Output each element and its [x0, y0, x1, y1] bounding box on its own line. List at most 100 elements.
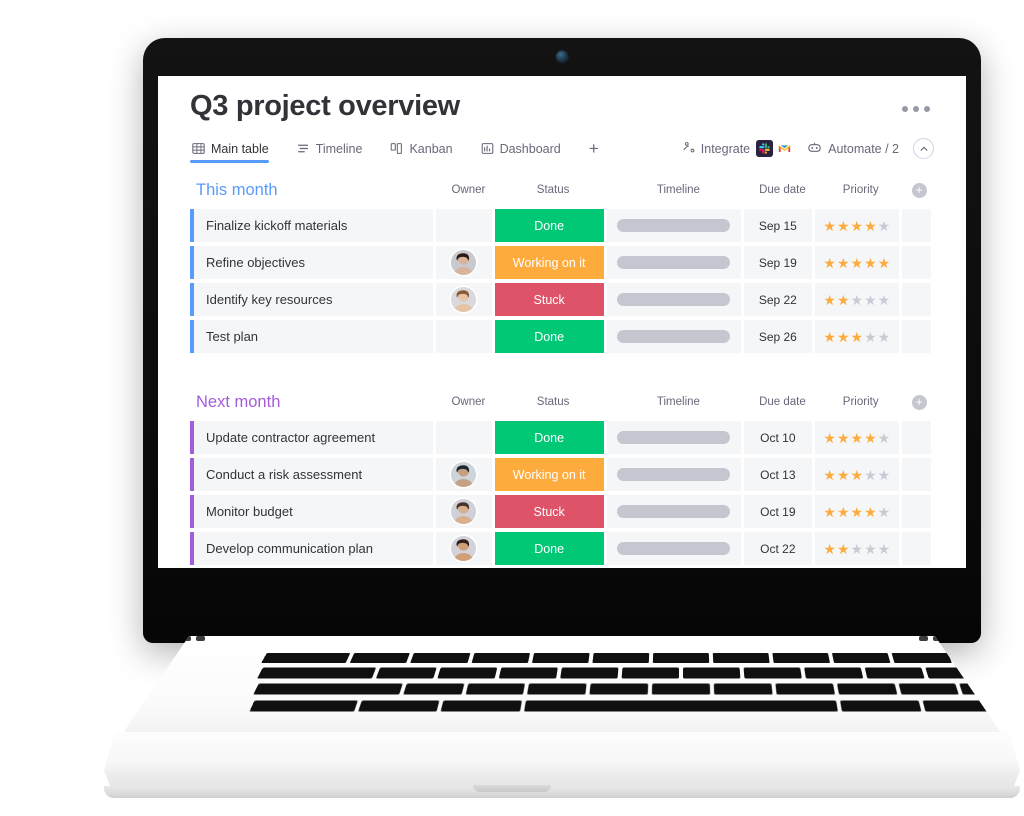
row-extra-cell[interactable] — [902, 495, 931, 528]
priority-star[interactable]: ★ — [823, 256, 836, 270]
due-date-cell[interactable]: Oct 10 — [744, 421, 812, 454]
priority-cell[interactable]: ★ ★ ★ ★ ★ — [814, 532, 900, 565]
column-header-owner[interactable]: Owner — [440, 396, 497, 408]
priority-cell[interactable]: ★ ★ ★ ★ ★ — [814, 458, 900, 491]
priority-star[interactable]: ★ — [823, 219, 836, 233]
priority-star[interactable]: ★ — [851, 505, 864, 519]
row-extra-cell[interactable] — [902, 246, 931, 279]
priority-star[interactable]: ★ — [823, 542, 836, 556]
add-column-button[interactable]: + — [904, 394, 934, 410]
priority-star[interactable]: ★ — [878, 431, 891, 445]
priority-cell[interactable]: ★ ★ ★ ★ ★ — [814, 246, 900, 279]
timeline-cell[interactable] — [606, 246, 742, 279]
column-header-due-date[interactable]: Due date — [748, 396, 817, 408]
avatar[interactable] — [451, 462, 477, 487]
avatar[interactable] — [451, 536, 477, 561]
priority-star[interactable]: ★ — [864, 505, 877, 519]
status-badge[interactable]: Stuck — [494, 495, 604, 528]
group-title[interactable]: Next month — [190, 393, 440, 412]
status-badge[interactable]: Working on it — [494, 246, 604, 279]
owner-cell[interactable] — [436, 458, 492, 491]
priority-star[interactable]: ★ — [837, 256, 850, 270]
table-row[interactable]: Test plan Done Sep 26 ★ ★ ★ ★ ★ — [190, 320, 934, 353]
priority-star[interactable]: ★ — [823, 431, 836, 445]
tab-dashboard[interactable]: Dashboard — [479, 142, 573, 163]
priority-star[interactable]: ★ — [878, 256, 891, 270]
priority-star[interactable]: ★ — [878, 468, 891, 482]
priority-star[interactable]: ★ — [851, 431, 864, 445]
priority-star[interactable]: ★ — [837, 542, 850, 556]
priority-star[interactable]: ★ — [864, 468, 877, 482]
row-extra-cell[interactable] — [902, 532, 931, 565]
due-date-cell[interactable]: Sep 26 — [744, 320, 812, 353]
automate-button[interactable]: Automate / 2 — [807, 140, 899, 158]
priority-star[interactable]: ★ — [864, 542, 877, 556]
priority-star[interactable]: ★ — [864, 431, 877, 445]
priority-star[interactable]: ★ — [837, 330, 850, 344]
status-badge[interactable]: Done — [494, 209, 604, 242]
tab-timeline[interactable]: Timeline — [295, 142, 375, 163]
owner-cell[interactable] — [436, 320, 492, 353]
row-name-cell[interactable]: Develop communication plan — [190, 532, 434, 565]
priority-star[interactable]: ★ — [837, 468, 850, 482]
due-date-cell[interactable]: Oct 22 — [744, 532, 812, 565]
priority-star[interactable]: ★ — [823, 293, 836, 307]
row-name-cell[interactable]: Test plan — [190, 320, 434, 353]
priority-star[interactable]: ★ — [851, 330, 864, 344]
status-badge[interactable]: Done — [494, 532, 604, 565]
priority-cell[interactable]: ★ ★ ★ ★ ★ — [814, 320, 900, 353]
priority-star[interactable]: ★ — [851, 256, 864, 270]
column-header-due-date[interactable]: Due date — [748, 184, 817, 196]
priority-star[interactable]: ★ — [837, 505, 850, 519]
table-row[interactable]: Refine objectives Working on it Sep 19 ★ ★ ★ ★… — [190, 246, 934, 279]
due-date-cell[interactable]: Oct 13 — [744, 458, 812, 491]
row-extra-cell[interactable] — [902, 209, 931, 242]
status-badge[interactable]: Done — [494, 320, 604, 353]
ellipsis-icon[interactable] — [902, 90, 934, 112]
owner-cell[interactable] — [436, 421, 492, 454]
priority-star[interactable]: ★ — [851, 293, 864, 307]
avatar[interactable] — [451, 250, 477, 275]
column-header-priority[interactable]: Priority — [817, 396, 904, 408]
priority-cell[interactable]: ★ ★ ★ ★ ★ — [814, 495, 900, 528]
priority-cell[interactable]: ★ ★ ★ ★ ★ — [814, 209, 900, 242]
status-badge[interactable]: Working on it — [494, 458, 604, 491]
timeline-cell[interactable] — [606, 209, 742, 242]
timeline-cell[interactable] — [606, 532, 742, 565]
status-badge[interactable]: Done — [494, 421, 604, 454]
priority-star[interactable]: ★ — [878, 293, 891, 307]
timeline-cell[interactable] — [606, 495, 742, 528]
timeline-cell[interactable] — [606, 283, 742, 316]
table-row[interactable]: Monitor budget Stuck Oct 19 ★ ★ ★ ★ ★ — [190, 495, 934, 528]
row-extra-cell[interactable] — [902, 283, 931, 316]
priority-star[interactable]: ★ — [851, 468, 864, 482]
priority-star[interactable]: ★ — [864, 293, 877, 307]
row-name-cell[interactable]: Finalize kickoff materials — [190, 209, 434, 242]
column-header-owner[interactable]: Owner — [440, 184, 497, 196]
priority-star[interactable]: ★ — [878, 542, 891, 556]
priority-star[interactable]: ★ — [823, 468, 836, 482]
row-name-cell[interactable]: Identify key resources — [190, 283, 434, 316]
owner-cell[interactable] — [436, 532, 492, 565]
column-header-priority[interactable]: Priority — [817, 184, 904, 196]
priority-star[interactable]: ★ — [851, 542, 864, 556]
due-date-cell[interactable]: Sep 15 — [744, 209, 812, 242]
group-title[interactable]: This month — [190, 181, 440, 200]
integrate-button[interactable]: Integrate — [681, 140, 794, 157]
timeline-cell[interactable] — [606, 458, 742, 491]
owner-cell[interactable] — [436, 283, 492, 316]
table-row[interactable]: Develop communication plan Done Oct 22 ★ ★ ★ ★… — [190, 532, 934, 565]
table-row[interactable]: Conduct a risk assessment Working on it Oc… — [190, 458, 934, 491]
priority-star[interactable]: ★ — [864, 330, 877, 344]
owner-cell[interactable] — [436, 246, 492, 279]
add-column-button[interactable]: + — [904, 182, 934, 198]
avatar[interactable] — [451, 287, 477, 312]
priority-star[interactable]: ★ — [837, 219, 850, 233]
trackpad[interactable] — [412, 798, 712, 816]
row-extra-cell[interactable] — [902, 421, 931, 454]
status-badge[interactable]: Stuck — [494, 283, 604, 316]
priority-star[interactable]: ★ — [878, 219, 891, 233]
add-view-button[interactable]: + — [587, 140, 607, 164]
priority-star[interactable]: ★ — [878, 505, 891, 519]
priority-cell[interactable]: ★ ★ ★ ★ ★ — [814, 421, 900, 454]
